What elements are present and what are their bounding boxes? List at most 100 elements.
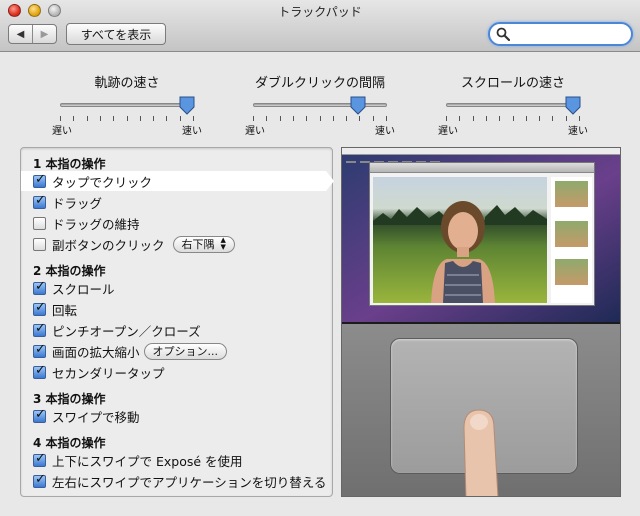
- three-finger-swipe-option[interactable]: スワイプで移動: [33, 406, 140, 426]
- slider-tick: [472, 116, 474, 121]
- slider-tick: [579, 116, 580, 121]
- secondary-click-corner-popup[interactable]: 右下隅 ▲ ▼: [172, 235, 235, 253]
- slider-tick: [193, 116, 194, 121]
- slider-tick: [266, 116, 268, 121]
- three-finger-swipe-checkbox[interactable]: [33, 407, 46, 423]
- scroll-option[interactable]: スクロール: [33, 278, 115, 298]
- tracking-speed-ticks: [60, 116, 194, 122]
- pinch-label: ピンチオープン／クローズ: [52, 323, 201, 339]
- scroll-speed-ticks: [446, 116, 580, 122]
- window-toolbar: トラックパッド ◀ ▶ すべてを表示: [0, 0, 640, 52]
- search-input[interactable]: [512, 26, 627, 42]
- preview-photo: [373, 177, 547, 303]
- slider-tick: [86, 116, 88, 121]
- slider-tick: [139, 116, 141, 121]
- preview-thumbnail: [555, 259, 588, 285]
- double-click-speed-max-label: 速い: [375, 126, 395, 137]
- secondary-click-option[interactable]: 副ボタンのクリック 右下隅 ▲ ▼: [33, 234, 235, 254]
- rotate-option[interactable]: 回転: [33, 299, 77, 319]
- finger-icon: [463, 409, 499, 496]
- slider-tick: [565, 116, 567, 121]
- slider-tick: [153, 116, 155, 121]
- secondary-tap-option[interactable]: セカンダリータップ: [33, 362, 165, 382]
- screen-zoom-label: 画面の拡大縮小: [52, 344, 140, 360]
- gesture-options-panel: 1 本指の操作 タップでクリック ドラッグ ドラッグの維持 副ボタンのクリック …: [20, 147, 334, 497]
- dragging-checkbox[interactable]: [33, 193, 46, 209]
- rotate-label: 回転: [52, 302, 78, 318]
- zoom-options-button[interactable]: オプション...: [143, 342, 228, 360]
- tap-to-click-label: タップでクリック: [52, 174, 153, 190]
- slider-tick: [512, 116, 514, 121]
- slider-tick: [166, 116, 168, 121]
- scroll-speed-min-label: 遅い: [438, 126, 458, 137]
- drag-lock-label: ドラッグの維持: [52, 216, 140, 232]
- tracking-speed-slider-thumb[interactable]: [179, 96, 195, 115]
- rotate-checkbox[interactable]: [33, 300, 46, 316]
- drag-lock-checkbox[interactable]: [33, 216, 46, 230]
- double-click-speed-ticks: [253, 116, 387, 122]
- slider-tick: [99, 116, 101, 121]
- tap-to-click-checkbox[interactable]: [33, 172, 46, 188]
- screen-zoom-checkbox[interactable]: [33, 342, 46, 358]
- preview-thumbnail: [555, 181, 588, 207]
- app-switch-label: 左右にスワイプでアプリケーションを切り替える: [52, 474, 327, 490]
- double-click-speed-slider-thumb[interactable]: [350, 96, 366, 115]
- preview-browser-toolbar: [370, 163, 594, 173]
- show-all-button[interactable]: すべてを表示: [66, 23, 166, 45]
- slider-tick: [279, 116, 281, 121]
- preview-menubar: [342, 148, 620, 163]
- secondary-tap-checkbox[interactable]: [33, 363, 46, 379]
- double-click-speed-label: ダブルクリックの間隔: [254, 76, 385, 91]
- preview-screen: [342, 148, 620, 322]
- slider-tick: [126, 116, 128, 121]
- slider-tick: [459, 116, 461, 121]
- slider-tick: [552, 116, 554, 121]
- slider-tick: [525, 116, 527, 121]
- scroll-speed-max-label: 速い: [568, 126, 588, 137]
- screen-zoom-option[interactable]: 画面の拡大縮小 オプション...: [33, 341, 228, 361]
- drag-lock-option[interactable]: ドラッグの維持: [33, 213, 140, 233]
- preview-browser-window: [369, 162, 595, 306]
- slider-tick: [179, 116, 181, 121]
- pinch-option[interactable]: ピンチオープン／クローズ: [33, 320, 201, 340]
- slider-tick: [113, 116, 115, 121]
- secondary-click-checkbox[interactable]: [33, 237, 46, 251]
- search-icon: [496, 27, 510, 41]
- slider-tick: [386, 116, 387, 121]
- two-finger-heading: 2 本指の操作: [33, 264, 106, 278]
- app-switch-checkbox[interactable]: [33, 472, 46, 488]
- slider-tick: [319, 116, 321, 121]
- window-title: トラックパッド: [278, 5, 362, 19]
- expose-swipe-checkbox[interactable]: [33, 451, 46, 467]
- slider-tick: [292, 116, 294, 121]
- four-finger-heading: 4 本指の操作: [33, 436, 106, 450]
- double-click-speed-slider-block: ダブルクリックの間隔 遅い 速い: [245, 72, 395, 137]
- double-click-speed-track[interactable]: [253, 103, 387, 107]
- secondary-tap-label: セカンダリータップ: [52, 365, 165, 381]
- back-button[interactable]: ◀: [9, 25, 32, 43]
- slider-tick: [346, 116, 348, 121]
- scroll-speed-label: スクロールの速さ: [460, 76, 565, 91]
- scroll-speed-slider-thumb[interactable]: [565, 96, 581, 115]
- slider-tick: [359, 116, 361, 121]
- tap-to-click-option[interactable]: タップでクリック: [21, 171, 334, 191]
- dragging-option[interactable]: ドラッグ: [33, 192, 102, 212]
- preview-trackpad-area: [342, 324, 620, 496]
- three-finger-heading: 3 本指の操作: [33, 392, 106, 406]
- app-switch-option[interactable]: 左右にスワイプでアプリケーションを切り替える: [33, 471, 326, 491]
- search-field[interactable]: [488, 22, 633, 46]
- expose-swipe-option[interactable]: 上下にスワイプで Exposé を使用: [33, 450, 243, 470]
- slider-tick: [253, 116, 254, 121]
- slider-tick: [446, 116, 447, 121]
- scroll-checkbox[interactable]: [33, 279, 46, 295]
- slider-tick: [332, 116, 334, 121]
- secondary-click-corner-value: 右下隅: [181, 238, 215, 251]
- scroll-speed-track[interactable]: [446, 103, 580, 107]
- double-click-speed-min-label: 遅い: [245, 126, 265, 137]
- forward-button[interactable]: ▶: [32, 25, 56, 43]
- pinch-checkbox[interactable]: [33, 321, 46, 337]
- tracking-speed-slider-block: 軌跡の速さ 遅い 速い: [52, 72, 202, 137]
- slider-tick: [306, 116, 308, 121]
- preview-thumbnail: [555, 221, 588, 247]
- tracking-speed-track[interactable]: [60, 103, 194, 107]
